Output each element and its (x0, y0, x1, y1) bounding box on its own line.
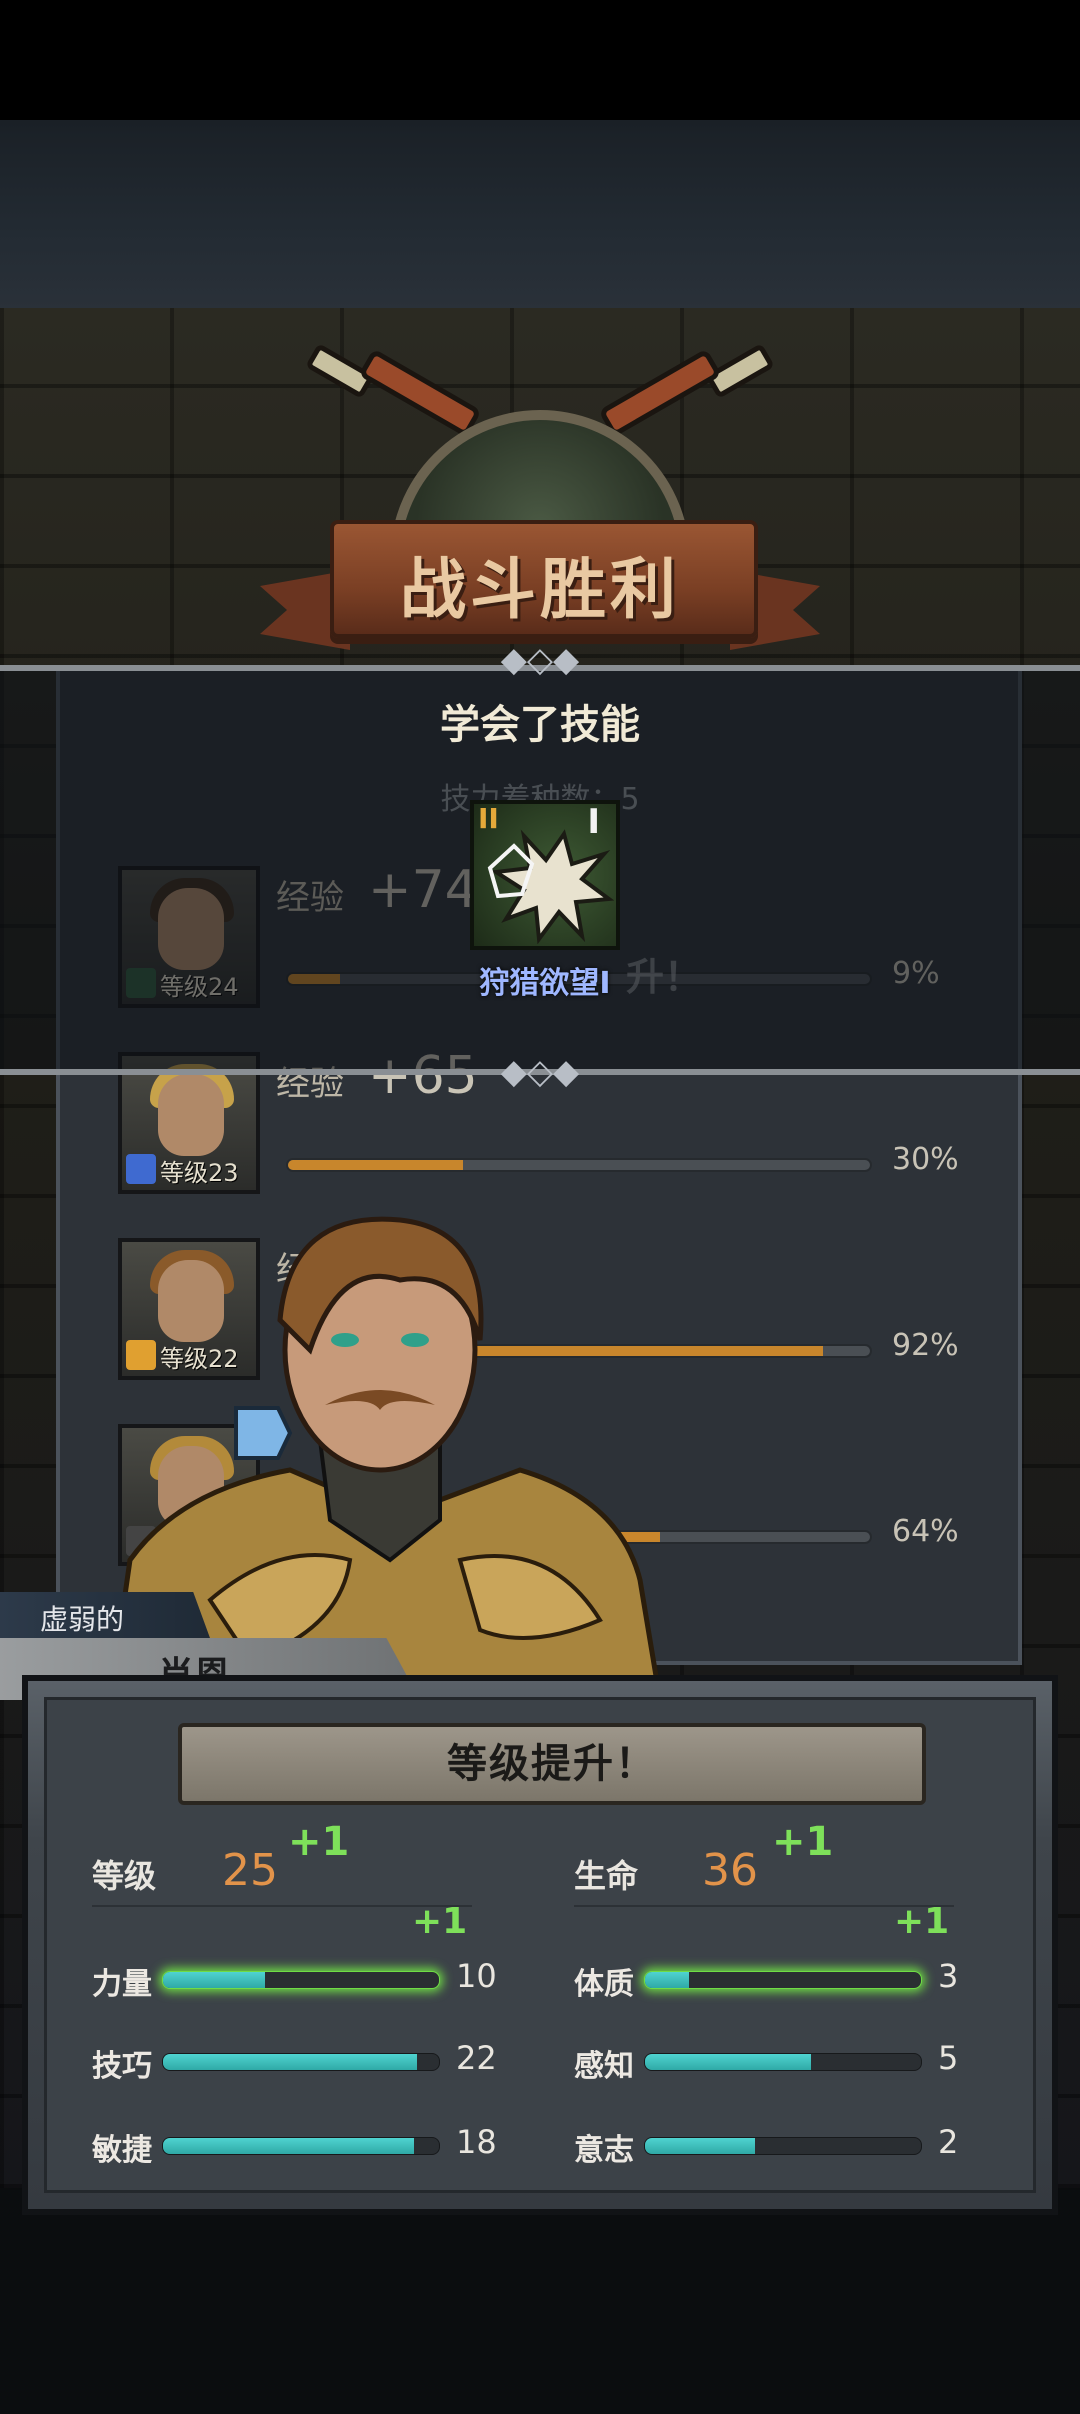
life-gain: +1 (772, 1819, 834, 1865)
level-up-panel[interactable]: 等级提升！ 等级 25 +1 生命 36 +1 力量 10 +1 技巧 22 敏捷 18 体质… (22, 1675, 1058, 2215)
bottom-area (0, 2190, 1080, 2414)
attribute-value: 10 (456, 1957, 497, 1995)
attribute-label: 体质 (574, 1967, 634, 2002)
level-up-text: 等级提升！ (447, 1741, 657, 1787)
skill-name: 狩猎欲望I (479, 966, 611, 1001)
trait-text: 虚弱的 (40, 1603, 125, 1636)
exp-percent: 92% (892, 1328, 959, 1363)
trait-tag: 虚弱的 (0, 1592, 210, 1638)
attribute-label: 力量 (92, 1967, 152, 2002)
attribute-bar-fill (645, 2054, 811, 2070)
victory-title: 战斗胜利 (400, 551, 680, 628)
attribute-right-0: 体质 3 +1 (574, 1901, 1054, 2005)
attribute-value: 18 (456, 2123, 497, 2161)
attribute-value: 5 (938, 2039, 959, 2077)
attribute-value: 3 (938, 1957, 959, 1995)
attribute-bar (644, 2137, 922, 2155)
attribute-gain: +1 (894, 1901, 950, 1942)
attribute-bar-fill (163, 1972, 266, 1988)
victory-crest: 战斗胜利 (260, 340, 820, 670)
attribute-value: 2 (938, 2123, 959, 2161)
skill-burst-icon[interactable]: II I (470, 800, 620, 950)
attribute-label: 感知 (574, 2049, 634, 2084)
exp-percent: 30% (892, 1142, 959, 1177)
attribute-bar (162, 1971, 440, 1989)
attribute-bar-fill (645, 2138, 756, 2154)
status-bar (0, 0, 1080, 120)
exp-percent: 64% (892, 1514, 959, 1549)
attribute-bar-fill (163, 2054, 417, 2070)
attribute-label: 技巧 (92, 2049, 152, 2084)
burst-icon (487, 829, 614, 944)
exp-bar-fill (288, 1160, 463, 1170)
attribute-left-0: 力量 10 +1 (92, 1901, 572, 2005)
attribute-right-2: 意志 2 (574, 2121, 1054, 2171)
attribute-label: 敏捷 (92, 2133, 152, 2168)
attribute-bar-fill (645, 1972, 690, 1988)
background-sky (0, 120, 1080, 310)
level-stat: 等级 25 +1 (92, 1819, 572, 1907)
attribute-bar-fill (163, 2138, 415, 2154)
class-banner-icon (234, 1406, 293, 1460)
attribute-gain: +1 (412, 1901, 468, 1942)
attribute-bar (162, 2137, 440, 2155)
life-value: 36 (702, 1845, 758, 1896)
right-stat-column: 生命 36 +1 (574, 1819, 1054, 1907)
attribute-bar (162, 2053, 440, 2071)
attribute-right-1: 感知 5 (574, 2037, 1054, 2087)
attribute-bar (644, 2053, 922, 2071)
attribute-label: 意志 (574, 2133, 634, 2168)
level-value: 25 (222, 1845, 278, 1896)
member-level: 等级23 (160, 1159, 239, 1187)
attribute-bar (644, 1971, 922, 1989)
portrait-face (158, 1074, 224, 1156)
life-label: 生命 (574, 1857, 639, 1895)
level-gain: +1 (288, 1819, 350, 1865)
bottom-ornament-icon: ◆◇◆ (500, 1052, 580, 1092)
skill-popup-heading: 学会了技能 (440, 702, 640, 748)
level-up-banner: 等级提升！ (178, 1723, 926, 1805)
attribute-left-1: 技巧 22 (92, 2037, 572, 2087)
attribute-value: 22 (456, 2039, 497, 2077)
level-label: 等级 (92, 1857, 157, 1895)
exp-bar (286, 1158, 872, 1172)
left-stat-column: 等级 25 +1 (92, 1819, 572, 1907)
life-stat: 生命 36 +1 (574, 1819, 1054, 1907)
attribute-left-2: 敏捷 18 (92, 2121, 572, 2171)
